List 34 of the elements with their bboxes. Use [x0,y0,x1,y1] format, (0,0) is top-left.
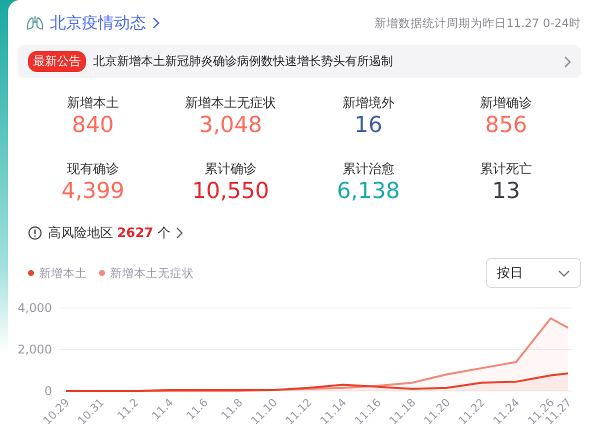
stat-value: 856 [485,112,528,140]
announcement-badge: 最新公告 [28,51,86,72]
section-title-link[interactable]: 北京疫情动态 [50,12,146,34]
period-note: 新增数据统计周期为昨日11.27 0-24时 [374,16,581,30]
high-risk-areas-link[interactable]: 高风险地区 2627 个 [48,224,170,242]
chevron-right-icon [176,227,184,239]
stat-value: 3,048 [199,112,262,140]
y-axis-label: 4,000 [18,301,52,315]
stat-label: 累计死亡 [480,161,532,178]
stat-label: 累计确诊 [204,161,257,178]
period-dropdown[interactable]: 按日 [486,258,581,288]
legend-label: 新增本土 [39,266,87,280]
stat-value: 16 [354,112,382,140]
stat-label: 现有确诊 [66,161,119,178]
y-axis-label: 2,000 [18,342,52,356]
stat-value: 13 [492,178,520,206]
stat-label: 累计治愈 [342,161,394,178]
chevron-down-icon [558,270,570,276]
announcement-bar[interactable]: 最新公告 北京新增本土新冠肺炎确诊病例数快速增长势头有所遏制 [18,45,581,78]
chevron-right-icon [152,17,160,29]
legend-label: 新增本土无症状 [110,266,194,280]
info-icon [28,226,42,240]
stat-value: 6,138 [336,178,400,206]
stat-label: 新增本土 [66,95,119,112]
stat-label: 新增确诊 [480,95,532,112]
stat-label: 新增本土无症状 [185,95,276,112]
stat-value: 10,550 [192,178,270,206]
lungs-icon [26,15,44,31]
chevron-right-icon [564,56,571,68]
announcement-text: 北京新增本土新冠肺炎确诊病例数快速增长势头有所遏制 [93,53,393,70]
stat-value: 840 [72,112,114,140]
y-axis-label: 0 [44,384,52,398]
stat-value: 4,399 [61,178,124,206]
stat-label: 新增境外 [342,95,394,112]
